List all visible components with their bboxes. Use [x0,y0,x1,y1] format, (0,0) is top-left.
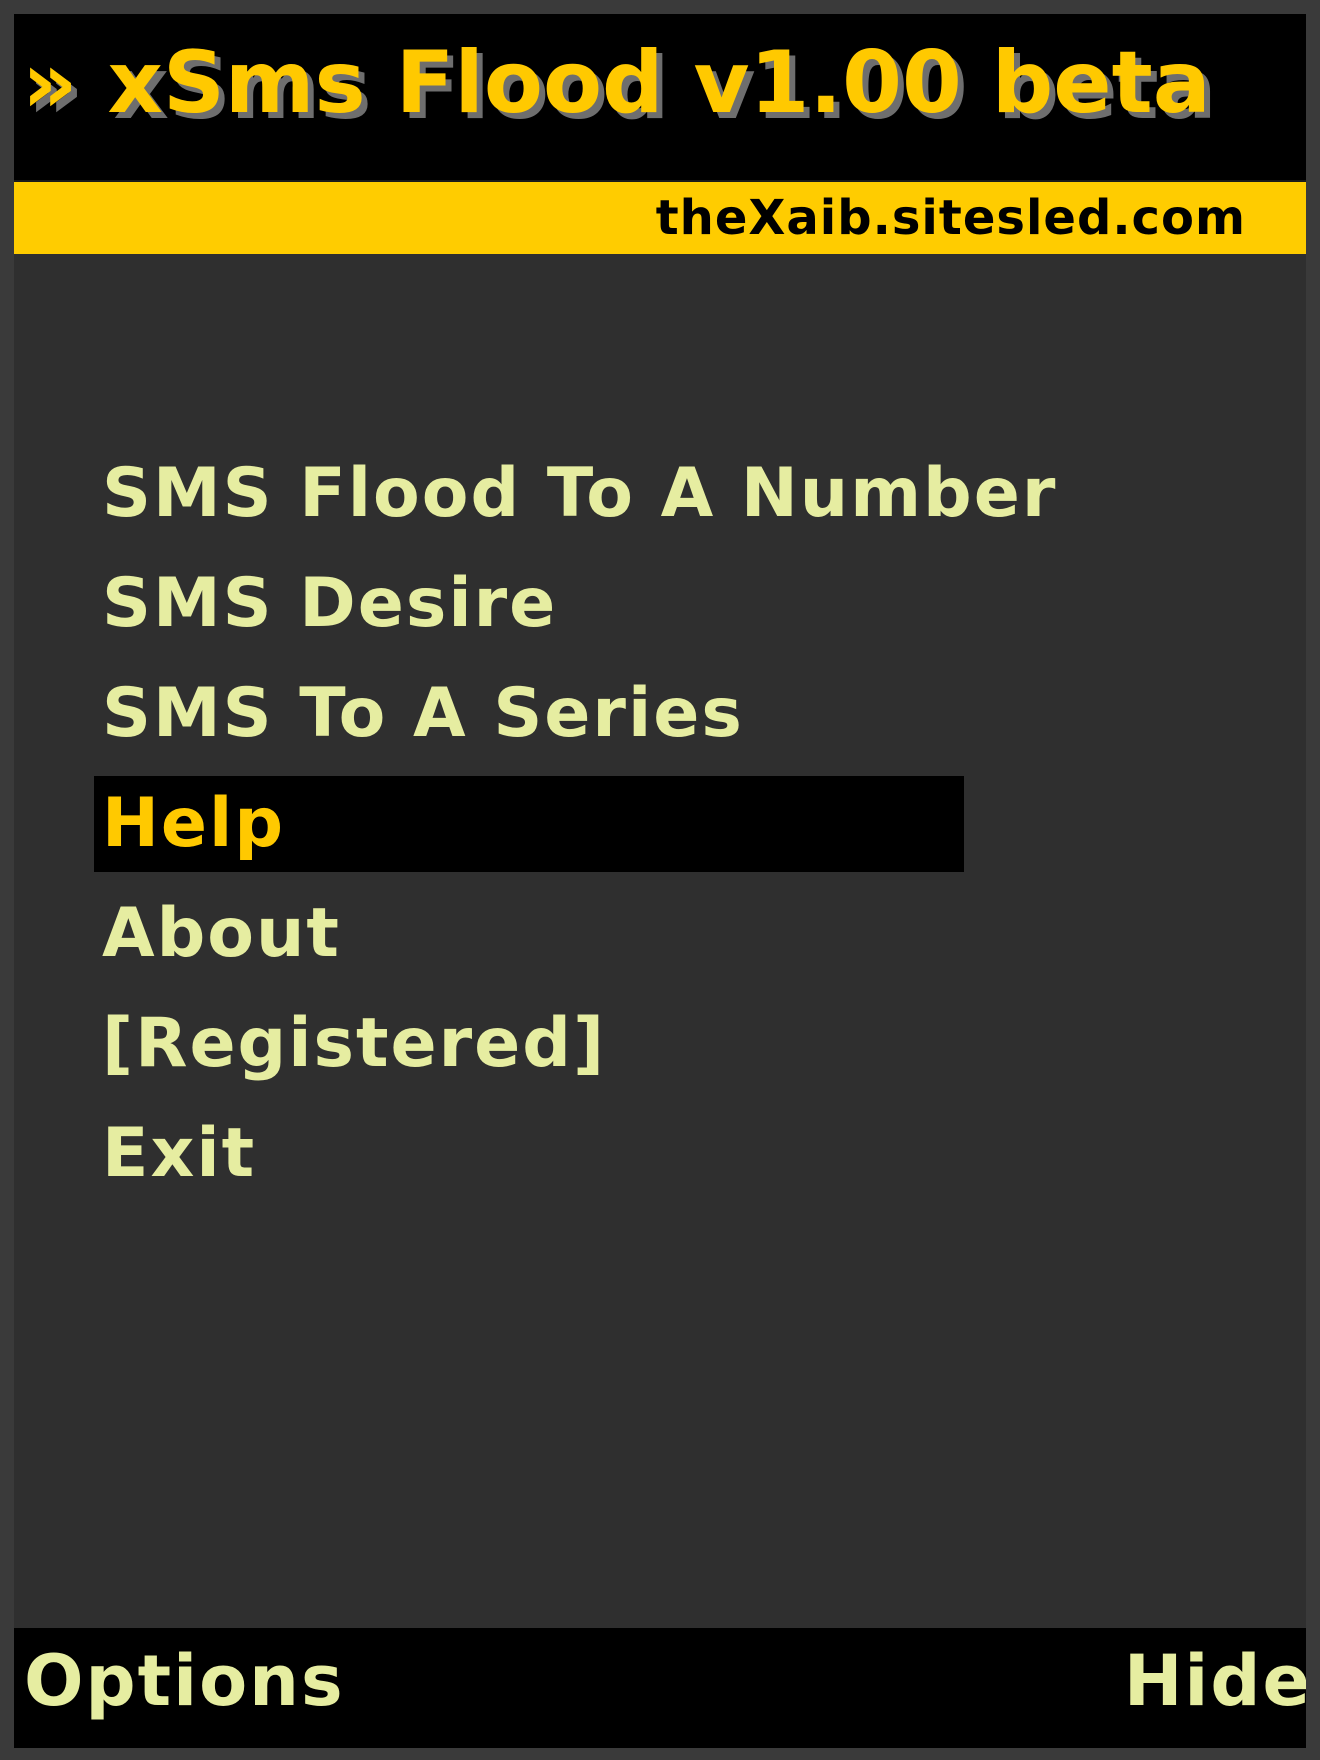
options-softkey[interactable]: Options [24,1646,345,1716]
menu-item-about[interactable]: About [94,886,964,982]
phone-screen: » xSms Flood v1.00 beta theXaib.sitesled… [0,0,1320,1760]
menu-item-sms-to-a-series[interactable]: SMS To A Series [94,666,964,762]
menu-item-sms-flood-to-a-number[interactable]: SMS Flood To A Number [94,446,1055,542]
hide-softkey[interactable]: Hide [1124,1646,1306,1716]
menu-item-sms-desire[interactable]: SMS Desire [94,556,964,652]
menu-item-exit[interactable]: Exit [94,1106,964,1202]
main-menu: SMS Flood To A Number SMS Desire SMS To … [94,446,1055,1216]
menu-item-registered[interactable]: [Registered] [94,996,964,1092]
title-bar: » xSms Flood v1.00 beta [14,14,1306,182]
url-banner: theXaib.sitesled.com [14,182,1306,254]
menu-item-help[interactable]: Help [94,776,964,872]
softkey-bar: Options Hide [14,1628,1306,1748]
website-url: theXaib.sitesled.com [655,190,1246,246]
app-title: » xSms Flood v1.00 beta [22,33,1211,133]
